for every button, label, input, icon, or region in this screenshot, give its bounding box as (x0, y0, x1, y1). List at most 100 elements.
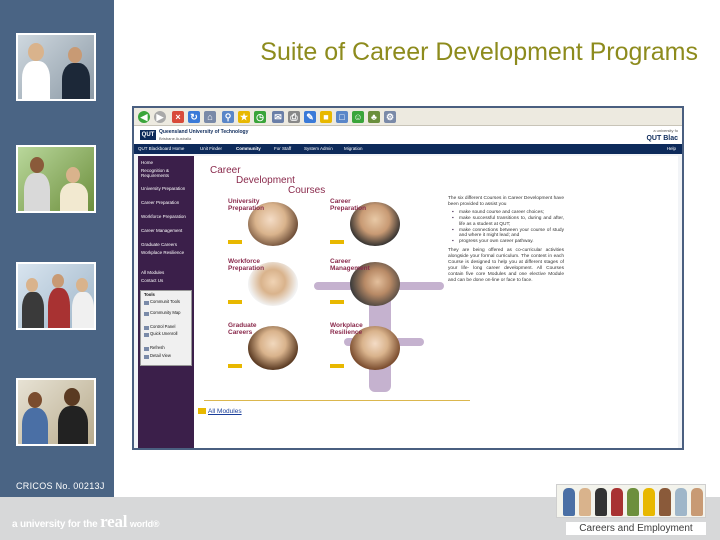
strip-figure (675, 488, 687, 516)
home-icon[interactable]: ⌂ (204, 111, 216, 123)
course-workplace-resilience[interactable]: Workplace Resilience (328, 320, 403, 372)
community-tools-icon (144, 301, 149, 305)
history-icon[interactable]: ◷ (254, 111, 266, 123)
back-icon[interactable]: ◀ (138, 111, 150, 123)
all-modules-link[interactable]: All Modules (208, 408, 242, 415)
header-right-title: QUT Blac (646, 135, 678, 142)
content-divider (204, 400, 470, 401)
photo-students-3 (16, 262, 96, 330)
top-navbar: QUT Blackboard Home Unit Finder Communit… (134, 144, 682, 154)
quick-unenroll-icon (144, 333, 149, 337)
tools-detail-view[interactable]: Detail View (150, 353, 171, 359)
left-nav-contact-us[interactable]: Contact Us (141, 278, 193, 283)
heading-line-3: Courses (288, 185, 326, 196)
tools-icon[interactable]: ⚙ (384, 111, 396, 123)
nav-unit-finder[interactable]: Unit Finder (200, 146, 222, 151)
course-content: Career Development Courses University Pr… (194, 156, 678, 448)
left-nav-workplace-resilience[interactable]: Workplace Resilience (141, 250, 193, 255)
research-icon[interactable]: ♣ (368, 111, 380, 123)
course-dots (330, 364, 344, 368)
left-nav-workforce-preparation[interactable]: Workforce Preparation (141, 214, 193, 219)
left-nav-career-management[interactable]: Career Management (141, 228, 193, 233)
tools-control-panel[interactable]: Control Panel (150, 324, 175, 330)
paragraph-text: They are being offered as co-curricular … (448, 248, 564, 283)
left-nav-all-modules[interactable]: All Modules (141, 270, 193, 275)
slide-title: Suite of Career Development Programs (260, 38, 698, 66)
university-tagline: a university for the real world® (12, 512, 160, 532)
tools-community-map[interactable]: Community Map (150, 310, 180, 316)
strip-figure (659, 488, 671, 516)
header-right-small: a university fo (653, 128, 678, 133)
detail-view-icon (144, 355, 149, 359)
course-dots (228, 364, 242, 368)
forward-icon[interactable]: ▶ (154, 111, 166, 123)
tools-refresh[interactable]: Refresh (150, 345, 165, 351)
course-career-preparation[interactable]: Career Preparation (328, 196, 403, 248)
control-panel-icon (144, 326, 149, 330)
bullet-item: make successful transitions to, during a… (452, 216, 564, 228)
course-label: Graduate Careers (228, 322, 257, 336)
tagline-world: world (129, 519, 153, 529)
tagline-prefix: a university for the (12, 519, 98, 530)
left-nav-recognition[interactable]: Recognition & Requirements (141, 168, 193, 178)
strip-figure (595, 488, 607, 516)
browser-screenshot: ◀ ▶ × ↻ ⌂ ⚲ ★ ◷ ✉ ⎙ ✎ ■ □ ☺ ♣ ⚙ QUT Quee… (132, 106, 684, 450)
strip-figure (643, 488, 655, 516)
edit-icon[interactable]: ✎ (304, 111, 316, 123)
nav-migration[interactable]: Migration (344, 146, 363, 151)
course-label: Career Management (330, 258, 370, 272)
nav-for-staff[interactable]: For Staff (274, 146, 291, 151)
photo-students-2 (16, 145, 96, 213)
tools-panel: Tools Communit Tools Community Map Contr… (140, 290, 192, 366)
bullet-list: make sound course and career choices; ma… (452, 210, 564, 245)
strip-figure (611, 488, 623, 516)
intro-text: The six different Courses in Career Deve… (448, 196, 564, 207)
bullet-item: progress your own career pathway. (452, 239, 564, 245)
strip-figure (627, 488, 639, 516)
tagline-mark: ® (152, 519, 160, 529)
left-nav-university-preparation[interactable]: University Preparation (141, 186, 193, 191)
course-university-preparation[interactable]: University Preparation (226, 196, 301, 248)
course-label: Workplace Resilience (330, 322, 363, 336)
refresh-small-icon (144, 347, 149, 351)
course-label: Career Preparation (330, 198, 367, 212)
discuss-icon[interactable]: □ (336, 111, 348, 123)
cricos-number: CRICOS No. 00213J (16, 481, 105, 491)
print-icon[interactable]: ⎙ (288, 111, 300, 123)
course-graduate-careers[interactable]: Graduate Careers (226, 320, 301, 372)
strip-figure (563, 488, 575, 516)
course-workforce-preparation[interactable]: Workforce Preparation (226, 256, 301, 308)
search-icon[interactable]: ⚲ (222, 111, 234, 123)
messenger-icon[interactable]: ☺ (352, 111, 364, 123)
community-map-icon (144, 312, 149, 316)
course-label: University Preparation (228, 198, 265, 212)
qut-logo[interactable]: QUT (140, 130, 156, 140)
course-career-management[interactable]: Career Management (328, 256, 403, 308)
mail-icon[interactable]: ✉ (272, 111, 284, 123)
strip-figure (691, 488, 703, 516)
careers-employment-label: Careers and Employment (566, 522, 706, 535)
photo-students-1 (16, 33, 96, 101)
left-nav-graduate-careers[interactable]: Graduate Careers (141, 242, 193, 247)
course-label: Workforce Preparation (228, 258, 265, 272)
course-dots (330, 300, 344, 304)
folder-icon[interactable]: ■ (320, 111, 332, 123)
tools-community-tools[interactable]: Communit Tools (150, 299, 180, 305)
left-nav-home[interactable]: Home (141, 160, 193, 165)
nav-system-admin[interactable]: System Admin (304, 146, 333, 151)
nav-community[interactable]: Community (236, 146, 261, 151)
tagline-real: real (100, 512, 128, 531)
heading-line-2: Development (236, 175, 295, 186)
tools-quick-unenroll[interactable]: Quick Unenroll (150, 331, 177, 337)
browser-toolbar: ◀ ▶ × ↻ ⌂ ⚲ ★ ◷ ✉ ⎙ ✎ ■ □ ☺ ♣ ⚙ (134, 108, 682, 126)
course-left-nav: Home Recognition & Requirements Universi… (138, 156, 194, 448)
nav-blackboard-home[interactable]: QUT Blackboard Home (138, 146, 184, 151)
institution-location: Brisbane Australia (159, 136, 192, 141)
nav-help[interactable]: Help (667, 146, 676, 151)
strip-figure (579, 488, 591, 516)
course-dots (330, 240, 344, 244)
refresh-icon[interactable]: ↻ (188, 111, 200, 123)
favorites-icon[interactable]: ★ (238, 111, 250, 123)
left-nav-career-preparation[interactable]: Career Preparation (141, 200, 193, 205)
stop-icon[interactable]: × (172, 111, 184, 123)
